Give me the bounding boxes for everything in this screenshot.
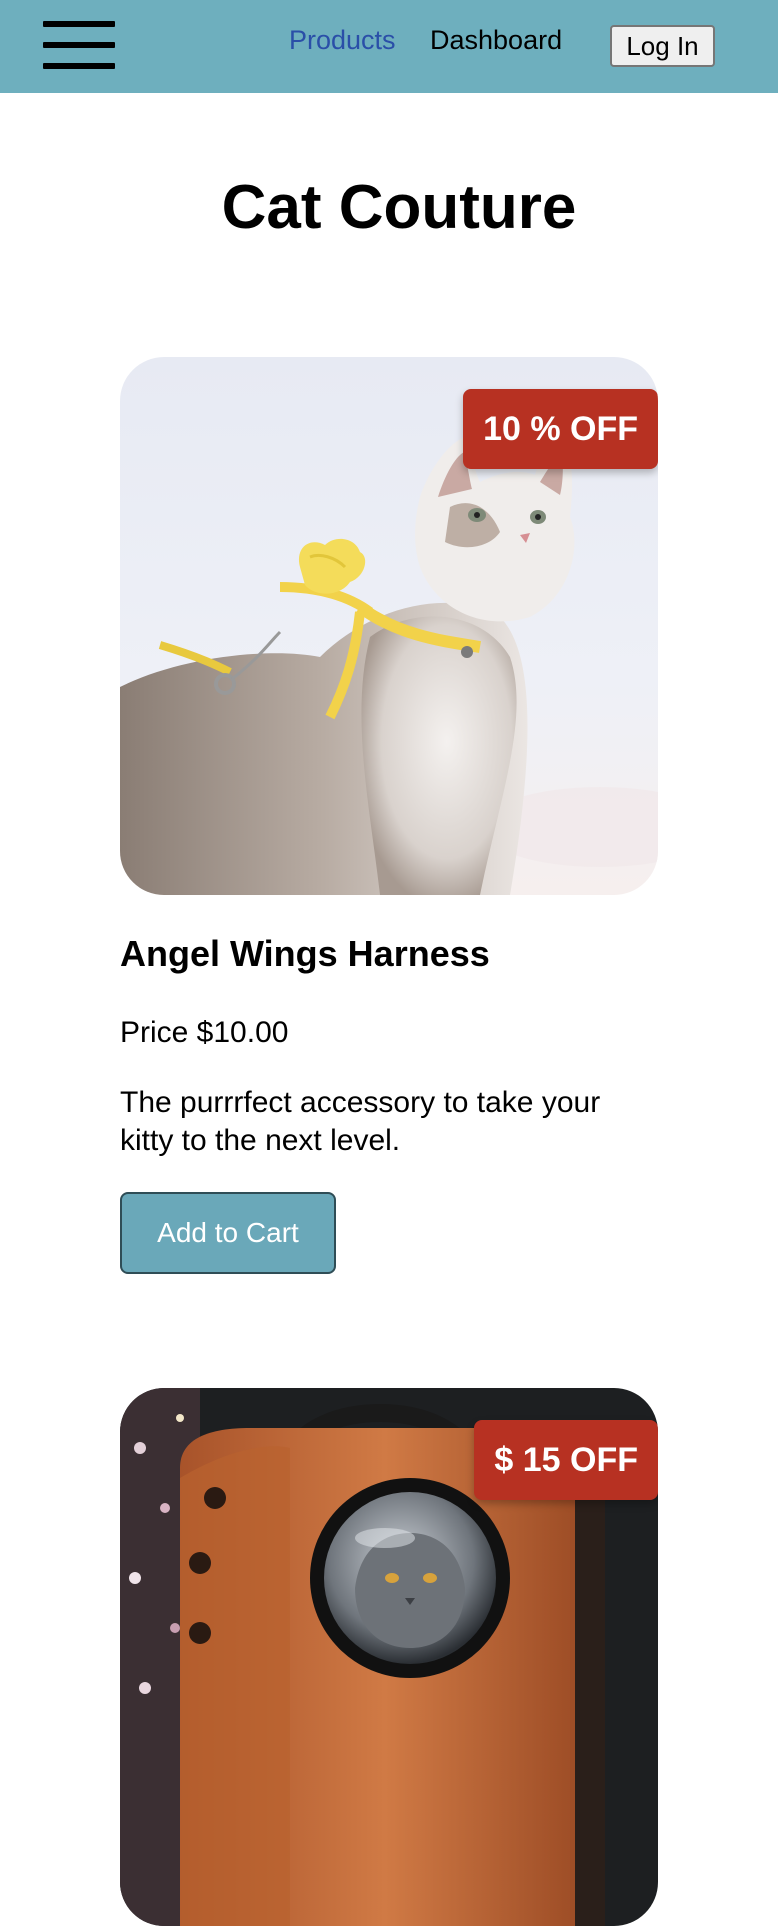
product-image-cat-backpack[interactable]: $ 15 OFF (120, 1388, 658, 1926)
menu-bar-line (43, 21, 115, 27)
login-button[interactable]: Log In (610, 25, 715, 67)
product-card: 10 % OFF Angel Wings Harness Price $10.0… (120, 357, 658, 1274)
discount-badge: 10 % OFF (463, 389, 658, 469)
menu-bar-line (43, 63, 115, 69)
discount-badge: $ 15 OFF (474, 1420, 658, 1500)
top-nav-bar: Products Dashboard Log In (0, 0, 778, 93)
product-description: The purrrfect accessory to take your kit… (120, 1086, 601, 1157)
menu-bar-line (43, 42, 115, 48)
product-image-cat-harness[interactable]: 10 % OFF (120, 357, 658, 895)
page-title: Cat Couture (221, 173, 577, 242)
nav-link-products[interactable]: Products (289, 22, 396, 58)
nav-link-dashboard[interactable]: Dashboard (430, 22, 562, 58)
add-to-cart-button[interactable]: Add to Cart (120, 1192, 336, 1274)
product-name: Angel Wings Harness (120, 933, 490, 974)
hamburger-menu-icon[interactable] (43, 21, 115, 70)
product-card: $ 15 OFF (120, 1388, 658, 1926)
product-price: Price $10.00 (120, 1016, 289, 1049)
